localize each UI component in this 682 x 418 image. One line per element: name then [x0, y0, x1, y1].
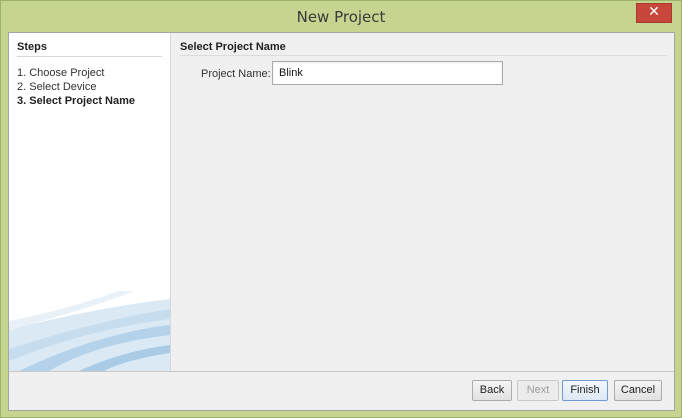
steps-panel: Steps 1. Choose Project 2. Select Device…	[9, 33, 170, 371]
close-button[interactable]: ✕	[636, 3, 672, 23]
dialog-title: New Project	[296, 8, 386, 26]
title-bar[interactable]: New Project ✕	[1, 1, 681, 33]
project-name-input[interactable]	[272, 61, 503, 85]
cancel-button[interactable]: Cancel	[614, 380, 662, 401]
button-bar-divider	[9, 371, 674, 372]
swoosh-decoration-icon	[9, 291, 170, 371]
content-header: Select Project Name	[180, 41, 286, 53]
finish-button[interactable]: Finish	[562, 380, 608, 401]
next-button[interactable]: Next	[517, 380, 559, 401]
close-icon: ✕	[648, 4, 660, 20]
step-select-device: 2. Select Device	[17, 81, 97, 93]
steps-header: Steps	[17, 41, 47, 53]
dialog-body: Steps 1. Choose Project 2. Select Device…	[8, 32, 675, 411]
back-button[interactable]: Back	[472, 380, 512, 401]
panel-divider	[170, 33, 171, 371]
steps-divider	[17, 56, 162, 57]
step-choose-project: 1. Choose Project	[17, 67, 105, 79]
step-select-project-name: 3. Select Project Name	[17, 95, 136, 107]
content-divider	[180, 55, 667, 56]
new-project-dialog: New Project ✕ Steps 1. Choose Project 2.…	[0, 0, 682, 418]
project-name-label: Project Name:	[201, 68, 271, 80]
